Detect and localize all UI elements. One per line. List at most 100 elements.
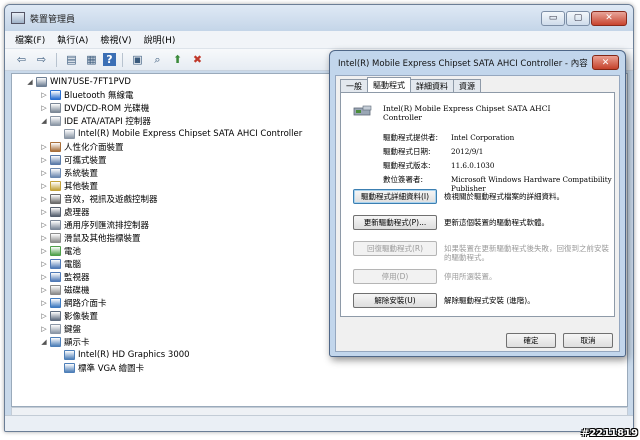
- watermark: #2211819: [580, 428, 638, 439]
- details-icon[interactable]: ▦: [83, 52, 100, 68]
- device-category-icon: [50, 115, 61, 126]
- device-category-icon: [50, 193, 61, 204]
- tree-item-label: WIN7USE-7FT1PVD: [50, 76, 131, 87]
- uninstall-icon[interactable]: ✖: [189, 52, 206, 68]
- tree-item-label: 其他裝置: [64, 181, 99, 192]
- device-category-icon: [50, 89, 61, 100]
- minimize-button[interactable]: ▭: [541, 10, 565, 26]
- close-button[interactable]: ✕: [591, 10, 627, 26]
- tree-item-label: Bluetooth 無線電: [64, 90, 134, 101]
- tab-general[interactable]: 一般: [340, 79, 368, 92]
- dialog-close-button[interactable]: ✕: [592, 55, 619, 70]
- device-category-icon: [50, 206, 61, 217]
- device-category-icon: [50, 180, 61, 191]
- device-name: Intel(R) Mobile Express Chipset SATA AHC…: [383, 104, 551, 122]
- expand-arrow-icon[interactable]: ▷: [40, 273, 48, 281]
- tree-item-label: 可攜式裝置: [64, 155, 107, 166]
- tab-resources[interactable]: 資源: [453, 79, 481, 92]
- update-driver-icon[interactable]: ⬆: [169, 52, 186, 68]
- driver-action-row: 停用(D) 停用所選裝置。: [353, 269, 614, 284]
- driver-property-row: 驅動程式日期: 2012/9/1: [383, 147, 613, 156]
- tree-item-label: 音效，視訊及遊戲控制器: [64, 194, 158, 205]
- tree-item-label: Intel(R) Mobile Express Chipset SATA AHC…: [78, 128, 303, 139]
- window-title: 裝置管理員: [30, 14, 76, 25]
- expand-arrow-icon[interactable]: ▷: [40, 260, 48, 268]
- properties-icon[interactable]: ▤: [63, 52, 80, 68]
- expand-arrow-icon[interactable]: ▷: [40, 221, 48, 229]
- expand-arrow-icon[interactable]: ▷: [40, 208, 48, 216]
- collapse-arrow-icon[interactable]: ◢: [26, 78, 34, 86]
- menu-help[interactable]: 說明(H): [138, 33, 182, 46]
- tab-driver[interactable]: 驅動程式: [367, 77, 411, 92]
- tree-item-label: 滑鼠及其他指標裝置: [64, 233, 141, 244]
- dialog-body: 一般 驅動程式 詳細資料 資源 Intel(R) Mobile Express …: [335, 75, 620, 352]
- action-description: 檢視關於驅動程式檔案的詳細資料。: [444, 192, 564, 201]
- property-value: 2012/9/1: [451, 147, 484, 156]
- expand-arrow-icon[interactable]: ▷: [40, 234, 48, 242]
- roll-back-driver-button[interactable]: 回復驅動程式(R): [353, 241, 437, 256]
- menu-file[interactable]: 檔案(F): [9, 33, 51, 46]
- title-bar[interactable]: 裝置管理員 ▭ ▢ ✕: [5, 5, 633, 31]
- property-value: 11.6.0.1030: [451, 161, 495, 170]
- toolbar-separator: [122, 52, 123, 67]
- tree-device-item[interactable]: 標準 VGA 繪圖卡: [12, 361, 627, 374]
- tree-item-label: Intel(R) HD Graphics 3000: [78, 349, 190, 360]
- expand-arrow-icon[interactable]: ▷: [40, 312, 48, 320]
- driver-action-row: 驅動程式詳細資料(I) 檢視關於驅動程式檔案的詳細資料。: [353, 189, 614, 204]
- device-category-icon: [50, 167, 61, 178]
- driver-tab-panel: Intel(R) Mobile Express Chipset SATA AHC…: [340, 92, 615, 317]
- driver-action-row: 解除安裝(U) 解除驅動程式安裝 (進階)。: [353, 293, 614, 308]
- device-category-icon: [50, 284, 61, 295]
- tab-details[interactable]: 詳細資料: [410, 79, 454, 92]
- dialog-title-bar[interactable]: Intel(R) Mobile Express Chipset SATA AHC…: [330, 51, 625, 75]
- uninstall-button[interactable]: 解除安裝(U): [353, 293, 437, 308]
- expand-arrow-icon[interactable]: ▷: [40, 156, 48, 164]
- expand-arrow-icon[interactable]: ▷: [40, 169, 48, 177]
- tree-item-label: 電池: [64, 246, 82, 257]
- disable-button[interactable]: 停用(D): [353, 269, 437, 284]
- driver-details-button[interactable]: 驅動程式詳細資料(I): [353, 189, 437, 204]
- collapse-arrow-icon[interactable]: ◢: [40, 117, 48, 125]
- device-category-icon: [50, 232, 61, 243]
- back-arrow-icon[interactable]: ⇦: [13, 52, 30, 68]
- tree-item-label: 影像裝置: [64, 311, 99, 322]
- tab-strip: 一般 驅動程式 詳細資料 資源: [340, 77, 481, 92]
- expand-arrow-icon[interactable]: ▷: [40, 299, 48, 307]
- tree-item-label: 磁碟機: [64, 285, 90, 296]
- tree-item-label: 顯示卡: [64, 337, 90, 348]
- tree-item-label: 鍵盤: [64, 324, 82, 335]
- expand-arrow-icon[interactable]: ▷: [40, 91, 48, 99]
- expand-arrow-icon[interactable]: ▷: [40, 104, 48, 112]
- driver-property-row: 驅動程式提供者: Intel Corporation: [383, 133, 613, 142]
- tree-item-label: 處理器: [64, 207, 90, 218]
- property-label: 驅動程式日期:: [383, 147, 431, 156]
- scan-hardware-icon[interactable]: ⌕: [149, 52, 166, 68]
- expand-arrow-icon[interactable]: ▷: [40, 182, 48, 190]
- device-category-icon: [50, 102, 61, 113]
- device-category-icon: [50, 258, 61, 269]
- expand-arrow-icon[interactable]: ▷: [40, 286, 48, 294]
- device-category-icon: [50, 219, 61, 230]
- property-label: 驅動程式提供者:: [383, 133, 439, 142]
- expand-arrow-icon[interactable]: ▷: [40, 247, 48, 255]
- action-description: 解除驅動程式安裝 (進階)。: [444, 296, 535, 305]
- forward-arrow-icon[interactable]: ⇨: [33, 52, 50, 68]
- device-category-icon: [50, 310, 61, 321]
- menu-view[interactable]: 檢視(V): [94, 33, 137, 46]
- action-description: 停用所選裝置。: [444, 272, 497, 281]
- menu-action[interactable]: 執行(A): [51, 33, 94, 46]
- cancel-button[interactable]: 取消: [563, 333, 613, 348]
- driver-property-row: 驅動程式版本: 11.6.0.1030: [383, 161, 613, 170]
- property-label: 驅動程式版本:: [383, 161, 431, 170]
- collapse-arrow-icon[interactable]: ◢: [40, 338, 48, 346]
- device-category-icon: [50, 154, 61, 165]
- expand-arrow-icon[interactable]: ▷: [40, 195, 48, 203]
- ok-button[interactable]: 確定: [506, 333, 556, 348]
- expand-arrow-icon[interactable]: ▷: [40, 325, 48, 333]
- help-icon[interactable]: ?: [103, 53, 116, 66]
- expand-arrow-icon[interactable]: ▷: [40, 143, 48, 151]
- tree-item-label: 系統裝置: [64, 168, 99, 179]
- update-driver-button[interactable]: 更新驅動程式(P)...: [353, 215, 437, 230]
- maximize-button[interactable]: ▢: [566, 10, 590, 26]
- view-icon[interactable]: ▣: [129, 52, 146, 68]
